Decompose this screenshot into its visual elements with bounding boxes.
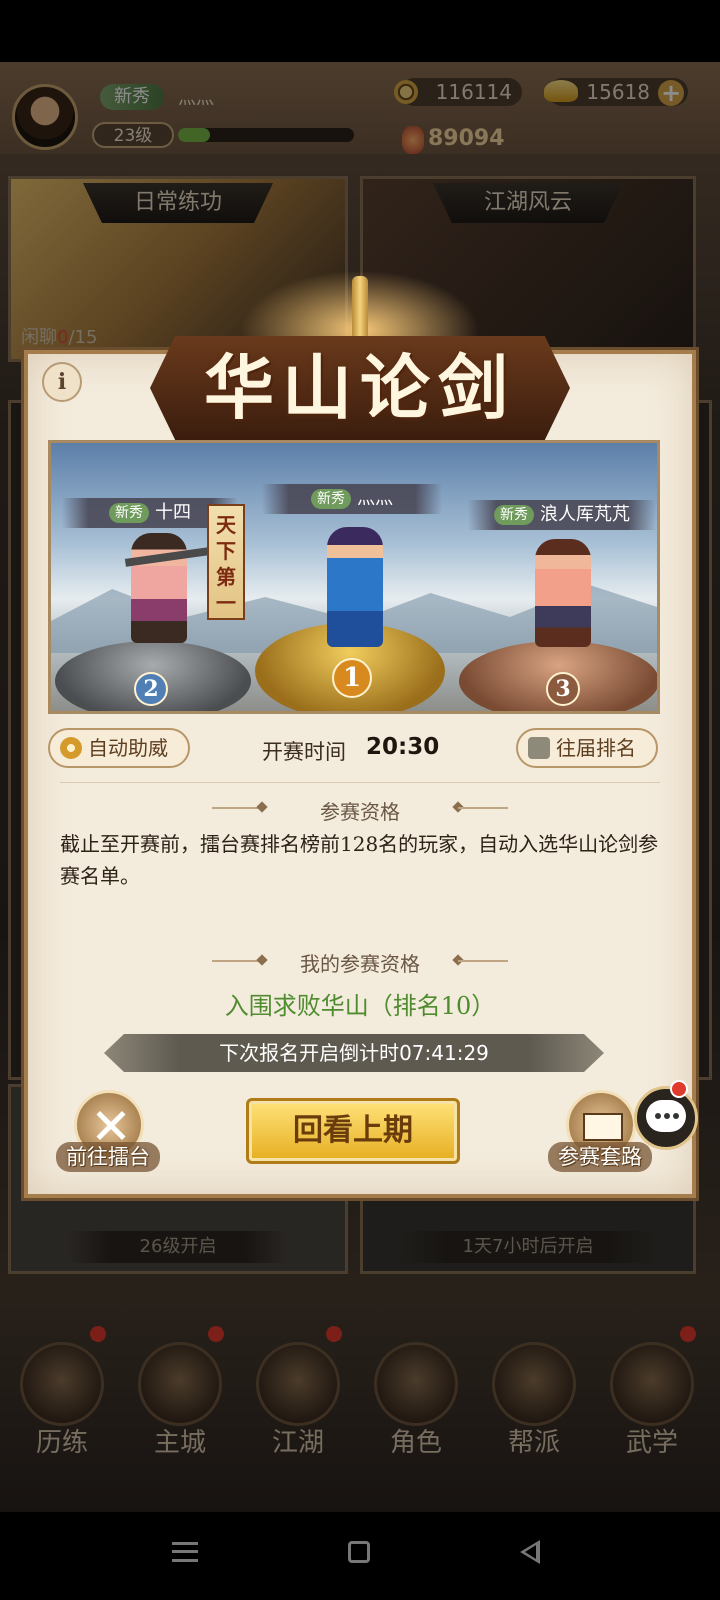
home-icon[interactable] [348,1541,370,1563]
auto-cheer-button[interactable]: 自动助威 [48,728,190,768]
strategy-label[interactable]: 参赛套路 [548,1142,652,1172]
section2-line-right [458,960,508,962]
section-line-right [458,807,508,809]
start-time-label: 开赛时间 [262,740,346,764]
rank3-name-tag: 新秀 浪人厍芃芃 [468,500,656,530]
history-rank-button[interactable]: 往届排名 [516,728,658,768]
gear-icon [60,737,82,759]
champion-banner-char: 下 [216,539,236,563]
rank1-medal: 1 [332,658,372,698]
qualification-header: 参赛资格 [320,800,400,824]
auto-cheer-label: 自动助威 [88,736,168,760]
fighter-first [327,527,383,647]
start-time-value: 20:30 [366,734,440,760]
history-rank-label: 往届排名 [556,736,636,760]
rank2-name: 十四 [155,502,191,523]
rank2-medal: 2 [134,672,168,706]
modal-title: 华山论剑 [204,346,516,429]
recent-apps-icon[interactable] [172,1542,198,1562]
rank3-badge: 新秀 [494,505,534,525]
champion-banner-char: 天 [216,513,236,537]
champion-banner-char: 一 [216,591,236,615]
info-icon[interactable]: i [42,362,82,402]
rank3-name: 浪人厍芃芃 [540,504,630,525]
crossed-swords-icon [528,737,550,759]
goto-arena-label[interactable]: 前往擂台 [56,1142,160,1172]
chat-notification-dot [670,1080,688,1098]
fighter-second [131,533,187,643]
my-qualification-status: 入围求败华山（排名10） [224,992,496,1020]
fighter-third [535,539,591,647]
rank1-badge: 新秀 [311,489,351,509]
rank1-name-tag: 新秀 灬灬 [262,484,442,514]
book-icon [583,1113,623,1141]
rank1-name: 灬灬 [357,488,393,509]
my-qualification-header: 我的参赛资格 [300,952,420,976]
qualification-text: 截止至开赛前，擂台赛排名榜前128名的玩家，自动入选华山论剑参赛名单。 [60,832,659,888]
rank3-medal: 3 [546,672,580,706]
replay-last-button[interactable]: 回看上期 [246,1098,460,1164]
back-icon[interactable] [520,1540,540,1564]
divider [60,782,660,783]
countdown-text: 下次报名开启倒计时07:41:29 [219,1041,489,1065]
champion-banner: 天下第一 [207,504,245,620]
rank2-badge: 新秀 [109,503,149,523]
champion-banner-char: 第 [216,565,236,589]
